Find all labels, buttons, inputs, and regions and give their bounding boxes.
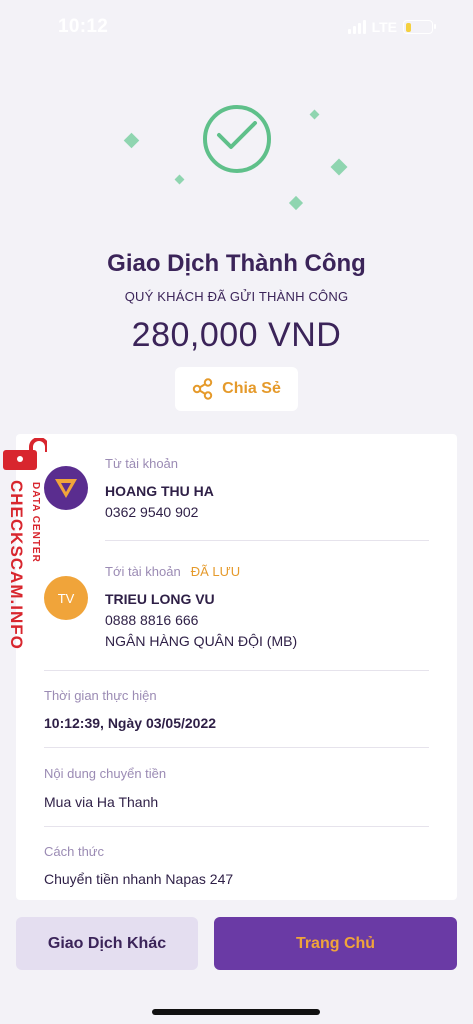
success-check-icon bbox=[203, 105, 271, 173]
battery-icon bbox=[403, 20, 436, 34]
status-time: 10:12 bbox=[58, 16, 109, 37]
home-indicator bbox=[152, 1009, 320, 1015]
home-button[interactable]: Trang Chủ bbox=[214, 917, 457, 970]
recipient-name: TRIEU LONG VU bbox=[105, 591, 215, 607]
divider bbox=[44, 670, 429, 671]
bank-logo-icon bbox=[55, 479, 77, 498]
recipient-initials: TV bbox=[57, 590, 75, 606]
result-title: Giao Dịch Thành Công bbox=[107, 250, 366, 277]
result-subtitle: QUÝ KHÁCH ĐÃ GỬI THÀNH CÔNG bbox=[124, 289, 349, 304]
to-account-label-row: Tới tài khoản ĐÃ LƯU bbox=[105, 564, 240, 579]
method-value: Chuyển tiền nhanh Napas 247 bbox=[44, 871, 234, 887]
method-label: Cách thức bbox=[44, 844, 105, 859]
recipient-avatar: TV bbox=[44, 576, 88, 620]
sparkle-icon bbox=[174, 174, 185, 185]
share-icon bbox=[192, 378, 213, 400]
sender-avatar bbox=[44, 466, 88, 510]
transaction-details-card: Từ tài khoản HOANG THU HA 0362 9540 902 … bbox=[16, 434, 457, 900]
time-value: 10:12:39, Ngày 03/05/2022 bbox=[44, 715, 217, 731]
battery-fill bbox=[405, 22, 411, 32]
sparkle-icon bbox=[123, 132, 140, 149]
divider bbox=[44, 826, 429, 827]
status-indicators: LTE bbox=[347, 19, 436, 35]
network-label: LTE bbox=[371, 19, 397, 35]
lock-icon bbox=[3, 438, 47, 470]
watermark: CHECKSCAM.INFO DATA CENTER bbox=[0, 436, 50, 664]
transfer-amount: 280,000 VND bbox=[131, 316, 342, 354]
watermark-sub-text: DATA CENTER bbox=[30, 482, 41, 563]
recipient-account-number: 0888 8816 666 bbox=[105, 612, 199, 628]
watermark-main-text: CHECKSCAM.INFO bbox=[7, 480, 26, 650]
sparkle-icon bbox=[309, 109, 320, 120]
share-label: Chia Sẻ bbox=[222, 380, 281, 397]
time-label: Thời gian thực hiện bbox=[44, 688, 157, 703]
divider bbox=[44, 747, 429, 748]
status-bar: 10:12 LTE bbox=[0, 0, 473, 54]
sender-name: HOANG THU HA bbox=[105, 483, 214, 499]
to-account-label: Tới tài khoản bbox=[105, 564, 181, 579]
content-label: Nội dung chuyển tiền bbox=[44, 766, 167, 781]
success-illustration bbox=[0, 95, 473, 235]
saved-badge: ĐÃ LƯU bbox=[190, 564, 241, 579]
share-button[interactable]: Chia Sẻ bbox=[175, 367, 298, 411]
other-transaction-button[interactable]: Giao Dịch Khác bbox=[16, 917, 198, 970]
sender-account-number: 0362 9540 902 bbox=[105, 504, 199, 520]
recipient-bank: NGÂN HÀNG QUÂN ĐỘI (MB) bbox=[105, 633, 298, 649]
sparkle-icon bbox=[330, 158, 348, 176]
content-value: Mua via Ha Thanh bbox=[44, 794, 159, 810]
sparkle-icon bbox=[288, 195, 304, 211]
divider bbox=[105, 540, 429, 541]
from-account-label: Từ tài khoản bbox=[105, 456, 179, 471]
signal-icon bbox=[347, 20, 366, 34]
